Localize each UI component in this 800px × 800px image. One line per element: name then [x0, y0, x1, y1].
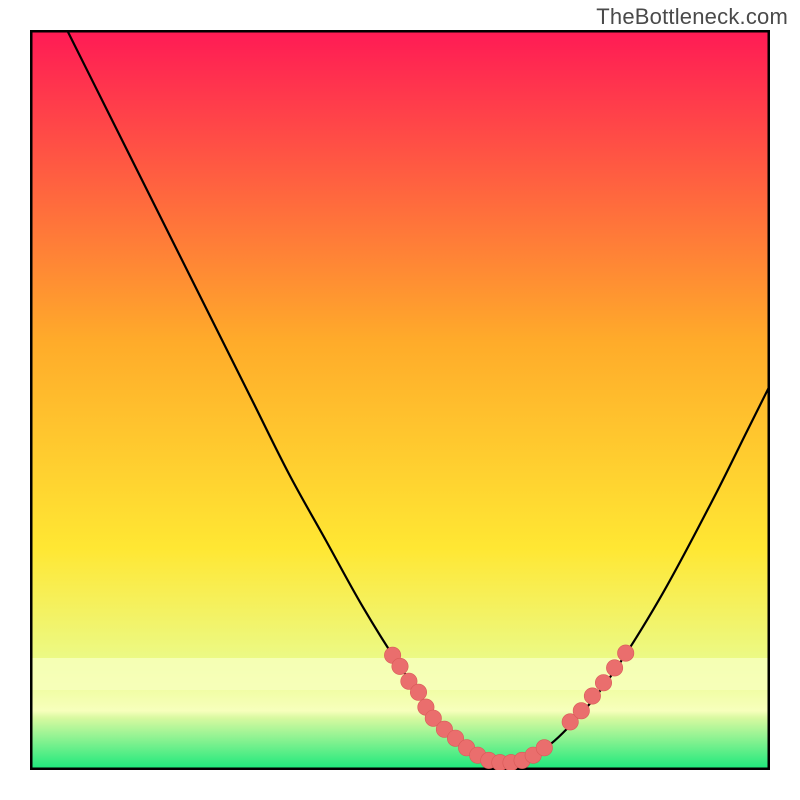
- chart-svg: [30, 30, 770, 770]
- threshold-marker: [536, 740, 552, 756]
- threshold-marker: [410, 684, 426, 700]
- threshold-marker: [595, 675, 611, 691]
- plot-area: [30, 30, 770, 770]
- threshold-marker: [392, 658, 408, 674]
- threshold-marker: [573, 703, 589, 719]
- threshold-marker: [618, 645, 634, 661]
- threshold-marker: [606, 660, 622, 676]
- threshold-marker: [584, 688, 600, 704]
- watermark-text: TheBottleneck.com: [596, 4, 788, 30]
- chart-stage: TheBottleneck.com: [0, 0, 800, 800]
